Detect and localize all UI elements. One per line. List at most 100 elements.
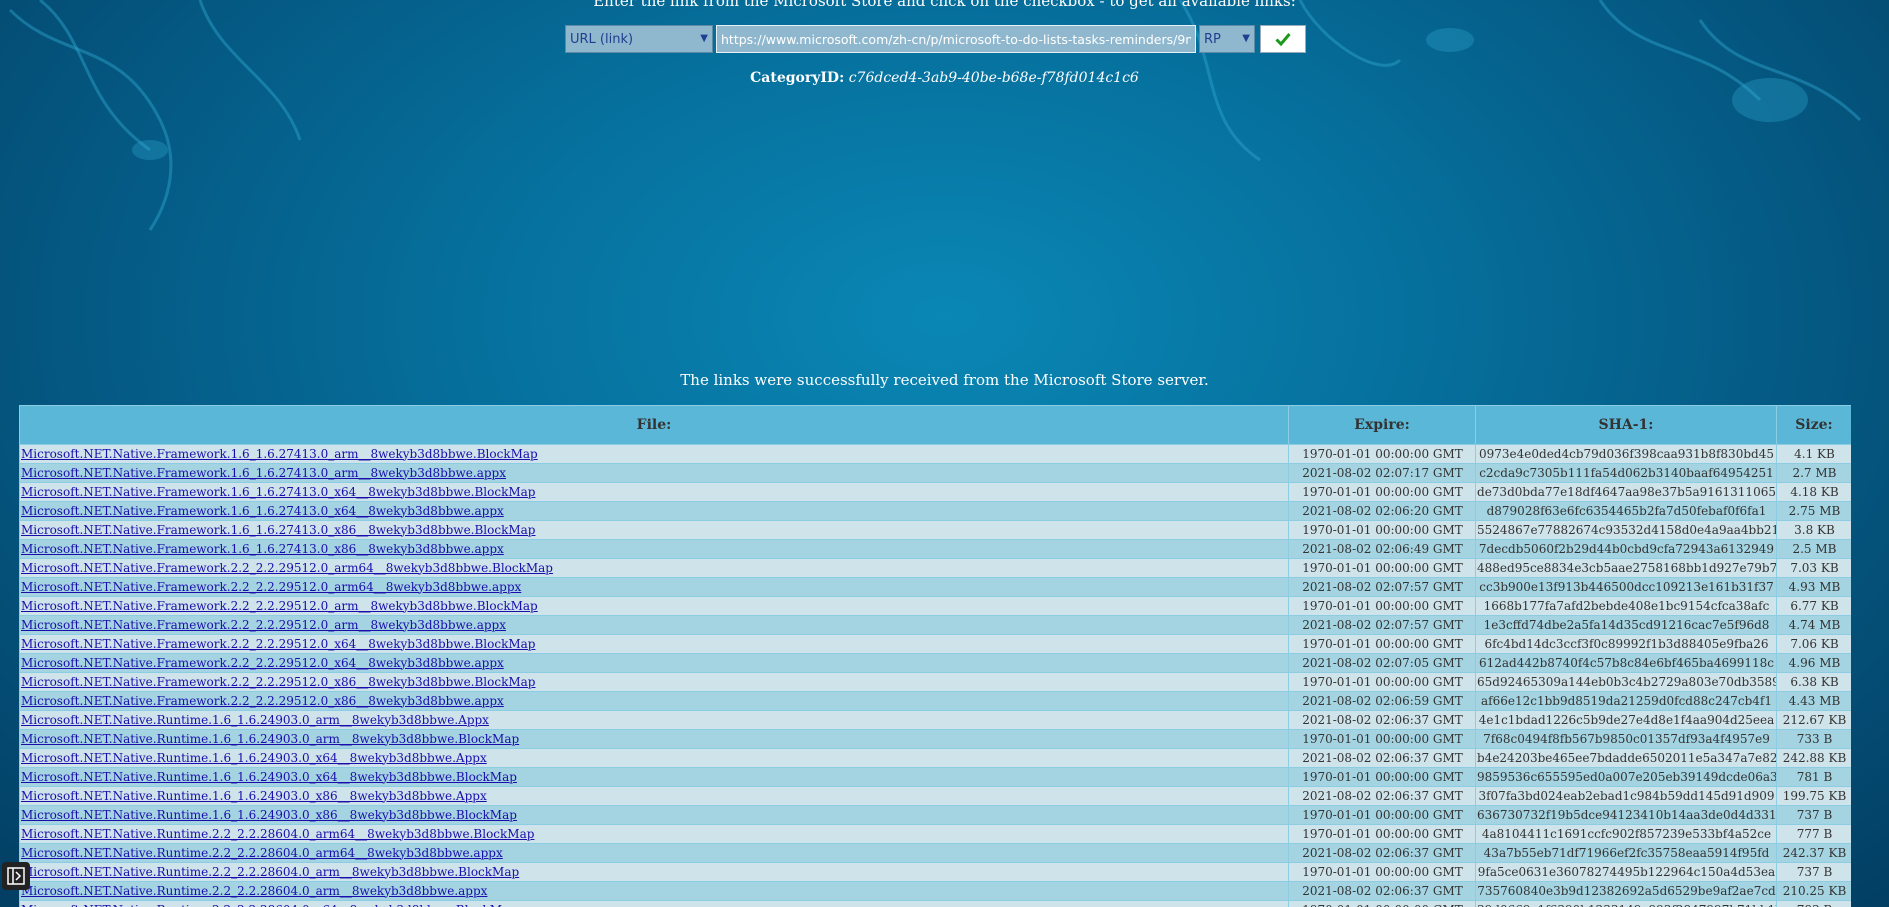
file-cell: Microsoft.NET.Native.Runtime.1.6_1.6.249… [19,786,1289,806]
expire-cell: 2021-08-02 02:07:57 GMT [1288,615,1476,635]
submit-button[interactable] [1260,25,1306,53]
size-cell: 6.77 KB [1776,596,1851,616]
category-label: CategoryID: [750,70,845,86]
file-link[interactable]: Microsoft.NET.Native.Runtime.1.6_1.6.249… [21,770,517,784]
sha1-cell: 1668b177fa7afd2bebde408e1bc9154cfca38afc [1475,596,1777,616]
file-cell: Microsoft.NET.Native.Framework.1.6_1.6.2… [19,463,1289,483]
table-row: Microsoft.NET.Native.Framework.1.6_1.6.2… [19,520,1851,540]
expire-cell: 2021-08-02 02:06:49 GMT [1288,539,1476,559]
file-link[interactable]: Microsoft.NET.Native.Runtime.1.6_1.6.249… [21,732,519,746]
category-id: CategoryID: c76dced4-3ab9-40be-b68e-f78f… [0,70,1889,86]
column-header-sha1: SHA-1: [1475,405,1777,445]
file-link[interactable]: Microsoft.NET.Native.Framework.2.2_2.2.2… [21,599,538,613]
table-row: Microsoft.NET.Native.Runtime.1.6_1.6.249… [19,786,1851,806]
file-link[interactable]: Microsoft.NET.Native.Framework.2.2_2.2.2… [21,561,553,575]
panel-toggle-button[interactable] [2,862,30,890]
file-link[interactable]: Microsoft.NET.Native.Runtime.1.6_1.6.249… [21,808,517,822]
table-row: Microsoft.NET.Native.Runtime.1.6_1.6.249… [19,805,1851,825]
file-cell: Microsoft.NET.Native.Runtime.2.2_2.2.286… [19,824,1289,844]
expire-cell: 2021-08-02 02:07:17 GMT [1288,463,1476,483]
sha1-cell: 7f68c0494f8fb567b9850c01357df93a4f4957e9 [1475,729,1777,749]
category-value: c76dced4-3ab9-40be-b68e-f78fd014c1c6 [848,70,1139,86]
expire-cell: 1970-01-01 00:00:00 GMT [1288,805,1476,825]
link-form: URL (link) ▼ RP ▼ [565,24,1306,54]
sha1-cell: 636730732f19b5dce94123410b14aa3de0d4d331 [1475,805,1777,825]
size-cell: 210.25 KB [1776,881,1851,901]
file-link[interactable]: Microsoft.NET.Native.Runtime.2.2_2.2.286… [21,884,487,898]
sha1-cell: 7decdb5060f2b29d44b0cbd9cfa72943a6132949 [1475,539,1777,559]
sha1-cell: cc3b900e13f913b446500dcc109213e161b31f37 [1475,577,1777,597]
file-cell: Microsoft.NET.Native.Framework.2.2_2.2.2… [19,672,1289,692]
file-link[interactable]: Microsoft.NET.Native.Runtime.1.6_1.6.249… [21,789,487,803]
file-link[interactable]: Microsoft.NET.Native.Framework.1.6_1.6.2… [21,466,506,480]
type-select[interactable]: URL (link) ▼ [565,25,713,53]
table-row: Microsoft.NET.Native.Framework.2.2_2.2.2… [19,634,1851,654]
file-cell: Microsoft.NET.Native.Framework.1.6_1.6.2… [19,501,1289,521]
sha1-cell: c2cda9c7305b111fa54d062b3140baaf64954251 [1475,463,1777,483]
table-row: Microsoft.NET.Native.Framework.1.6_1.6.2… [19,463,1851,483]
size-cell: 6.38 KB [1776,672,1851,692]
size-cell: 242.88 KB [1776,748,1851,768]
file-link[interactable]: Microsoft.NET.Native.Framework.1.6_1.6.2… [21,542,504,556]
file-link[interactable]: Microsoft.NET.Native.Framework.1.6_1.6.2… [21,447,538,461]
size-cell: 737 B [1776,862,1851,882]
size-cell: 7.03 KB [1776,558,1851,578]
file-link[interactable]: Microsoft.NET.Native.Runtime.1.6_1.6.249… [21,713,489,727]
size-cell: 4.18 KB [1776,482,1851,502]
file-link[interactable]: Microsoft.NET.Native.Framework.2.2_2.2.2… [21,694,504,708]
expire-cell: 2021-08-02 02:06:37 GMT [1288,881,1476,901]
file-link[interactable]: Microsoft.NET.Native.Runtime.2.2_2.2.286… [21,865,519,879]
file-cell: Microsoft.NET.Native.Runtime.1.6_1.6.249… [19,767,1289,787]
size-cell: 4.43 MB [1776,691,1851,711]
column-header-file: File: [19,405,1289,445]
links-table-container: File: Expire: SHA-1: Size: Microsoft.NET… [19,405,1851,907]
file-link[interactable]: Microsoft.NET.Native.Framework.2.2_2.2.2… [21,675,536,689]
file-link[interactable]: Microsoft.NET.Native.Runtime.2.2_2.2.286… [21,903,517,907]
table-row: Microsoft.NET.Native.Runtime.1.6_1.6.249… [19,729,1851,749]
check-icon [1275,33,1291,46]
status-message: The links were successfully received fro… [680,371,1209,389]
file-cell: Microsoft.NET.Native.Runtime.1.6_1.6.249… [19,710,1289,730]
sha1-cell: d879028f63e6fc6354465b2fa7d50febaf0f6fa1 [1475,501,1777,521]
sha1-cell: 4e1c1bdad1226c5b9de27e4d8e1f4aa904d25eea [1475,710,1777,730]
expire-cell: 2021-08-02 02:06:37 GMT [1288,748,1476,768]
sha1-cell: 488ed95ce8834e3cb5aae2758168bb1d927e79b7 [1475,558,1777,578]
size-cell: 4.93 MB [1776,577,1851,597]
file-link[interactable]: Microsoft.NET.Native.Runtime.2.2_2.2.286… [21,846,503,860]
table-row: Microsoft.NET.Native.Runtime.2.2_2.2.286… [19,824,1851,844]
file-cell: Microsoft.NET.Native.Framework.1.6_1.6.2… [19,539,1289,559]
sha1-cell: b4e24203be465ee7bdadde6502011e5a347a7e82 [1475,748,1777,768]
expire-cell: 2021-08-02 02:07:57 GMT [1288,577,1476,597]
file-link[interactable]: Microsoft.NET.Native.Framework.2.2_2.2.2… [21,656,504,670]
file-cell: Microsoft.NET.Native.Framework.1.6_1.6.2… [19,444,1289,464]
file-link[interactable]: Microsoft.NET.Native.Framework.2.2_2.2.2… [21,637,536,651]
file-cell: Microsoft.NET.Native.Framework.2.2_2.2.2… [19,577,1289,597]
table-header-row: File: Expire: SHA-1: Size: [19,405,1851,445]
file-link[interactable]: Microsoft.NET.Native.Runtime.1.6_1.6.249… [21,751,487,765]
size-cell: 2.75 MB [1776,501,1851,521]
file-cell: Microsoft.NET.Native.Framework.1.6_1.6.2… [19,482,1289,502]
sha1-cell: de73d0bda77e18df4647aa98e37b5a9161311065 [1475,482,1777,502]
expire-cell: 1970-01-01 00:00:00 GMT [1288,558,1476,578]
sha1-cell: 6fc4bd14dc3ccf3f0c89992f1b3d88405e9fba26 [1475,634,1777,654]
file-cell: Microsoft.NET.Native.Framework.2.2_2.2.2… [19,634,1289,654]
size-cell: 737 B [1776,805,1851,825]
file-link[interactable]: Microsoft.NET.Native.Framework.2.2_2.2.2… [21,580,521,594]
file-link[interactable]: Microsoft.NET.Native.Framework.1.6_1.6.2… [21,523,536,537]
sha1-cell: 65d92465309a144eb0b3c4b2729a803e70db3589 [1475,672,1777,692]
url-input[interactable] [716,25,1196,53]
file-link[interactable]: Microsoft.NET.Native.Framework.2.2_2.2.2… [21,618,506,632]
ring-select[interactable]: RP ▼ [1199,25,1255,53]
size-cell: 2.7 MB [1776,463,1851,483]
size-cell: 4.74 MB [1776,615,1851,635]
table-row: Microsoft.NET.Native.Framework.1.6_1.6.2… [19,539,1851,559]
table-row: Microsoft.NET.Native.Runtime.2.2_2.2.286… [19,843,1851,863]
file-cell: Microsoft.NET.Native.Framework.2.2_2.2.2… [19,615,1289,635]
expire-cell: 2021-08-02 02:06:37 GMT [1288,710,1476,730]
file-link[interactable]: Microsoft.NET.Native.Framework.1.6_1.6.2… [21,485,536,499]
file-link[interactable]: Microsoft.NET.Native.Framework.1.6_1.6.2… [21,504,504,518]
table-row: Microsoft.NET.Native.Runtime.2.2_2.2.286… [19,900,1851,907]
file-cell: Microsoft.NET.Native.Framework.2.2_2.2.2… [19,596,1289,616]
size-cell: 7.06 KB [1776,634,1851,654]
file-link[interactable]: Microsoft.NET.Native.Runtime.2.2_2.2.286… [21,827,534,841]
